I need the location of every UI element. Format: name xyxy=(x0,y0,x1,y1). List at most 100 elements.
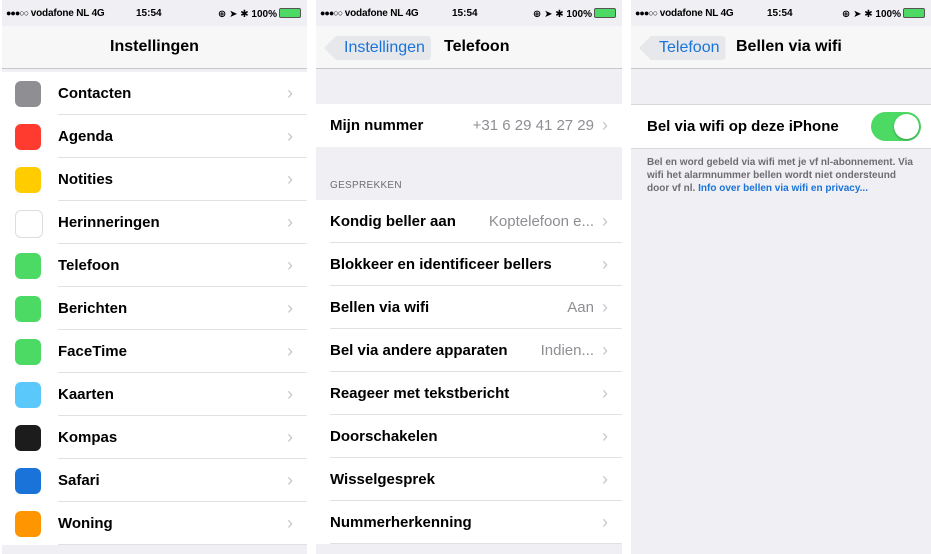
notes-icon xyxy=(15,167,41,193)
nav-bar: Telefoon Bellen via wifi xyxy=(631,26,931,69)
row-label: Nummerherkenning xyxy=(330,514,472,531)
my-number-group: Mijn nummer +31 6 29 41 27 29 › xyxy=(316,104,622,147)
settings-item-kaarten[interactable]: Kaarten › xyxy=(2,373,307,416)
phone-setting-row[interactable]: Wisselgesprek › xyxy=(316,458,622,501)
phone-icon xyxy=(15,253,41,279)
messages-icon xyxy=(15,296,41,322)
row-value: Indien... xyxy=(540,342,594,359)
settings-item-woning[interactable]: Woning › xyxy=(2,502,307,545)
chevron-right-icon: › xyxy=(287,169,293,189)
chevron-right-icon: › xyxy=(287,513,293,533)
row-label: Reageer met tekstbericht xyxy=(330,385,510,402)
calls-list: Kondig beller aan Koptelefoon e... › Blokke… xyxy=(316,200,622,544)
phone-setting-row[interactable]: Nummerherkenning › xyxy=(316,501,622,544)
wifi-calling-toggle[interactable] xyxy=(871,112,921,141)
carrier-name: vodafone NL xyxy=(344,8,403,19)
settings-item-herinneringen[interactable]: Herinneringen › xyxy=(2,201,307,244)
battery-percent: 100% xyxy=(566,9,592,20)
settings-item-label: Telefoon xyxy=(58,257,120,274)
chevron-right-icon: › xyxy=(602,469,608,489)
chevron-right-icon: › xyxy=(287,470,293,490)
settings-item-label: Woning xyxy=(58,515,113,532)
wifi-calling-screen: ●●●○○ vodafone NL 4G 15:54 ⊕ ➤ ✱ 100% Te… xyxy=(631,0,931,554)
settings-item-safari[interactable]: Safari › xyxy=(2,459,307,502)
alarm-icon: ⊕ xyxy=(217,9,227,20)
settings-item-label: Notities xyxy=(58,171,114,188)
carrier-name: vodafone NL xyxy=(30,8,89,19)
phone-setting-row[interactable]: Doorschakelen › xyxy=(316,415,622,458)
row-label: Wisselgesprek xyxy=(330,471,435,488)
settings-item-telefoon[interactable]: Telefoon › xyxy=(2,244,307,287)
phone-setting-row[interactable]: Kondig beller aan Koptelefoon e... › xyxy=(316,200,622,243)
settings-item-facetime[interactable]: FaceTime › xyxy=(2,330,307,373)
maps-icon xyxy=(15,382,41,408)
phone-setting-row[interactable]: Reageer met tekstbericht › xyxy=(316,372,622,415)
compass-icon xyxy=(15,425,41,451)
settings-list: Contacten › Agenda › Notities › Herinneringen ›… xyxy=(2,72,307,545)
nav-bar: Instellingen Telefoon xyxy=(316,26,622,69)
row-label: Blokkeer en identificeer bellers xyxy=(330,256,552,273)
row-label: Kondig beller aan xyxy=(330,213,456,230)
chevron-right-icon: › xyxy=(287,384,293,404)
calendar-icon xyxy=(15,124,41,150)
chevron-right-icon: › xyxy=(602,297,608,317)
bluetooth-icon: ✱ xyxy=(240,9,249,20)
wifi-calling-row: Bel via wifi op deze iPhone xyxy=(631,104,931,149)
row-value: Aan xyxy=(567,299,594,316)
settings-item-notities[interactable]: Notities › xyxy=(2,158,307,201)
row-label: Bellen via wifi xyxy=(330,299,430,316)
location-icon: ➤ xyxy=(544,9,553,20)
settings-item-agenda[interactable]: Agenda › xyxy=(2,115,307,158)
bluetooth-icon: ✱ xyxy=(864,9,873,20)
back-button[interactable]: Telefoon xyxy=(639,36,726,60)
phone-setting-row[interactable]: Blokkeer en identificeer bellers › xyxy=(316,243,622,286)
safari-icon xyxy=(15,468,41,494)
home-icon xyxy=(15,511,41,537)
chevron-right-icon: › xyxy=(602,426,608,446)
settings-item-label: Contacten xyxy=(58,85,132,102)
wifi-calling-footer: Bel en word gebeld via wifi met je vf nl… xyxy=(647,156,917,195)
location-icon: ➤ xyxy=(229,9,238,20)
signal-icon: ●●●○○ xyxy=(635,8,658,18)
battery-icon xyxy=(279,8,301,18)
section-header: GESPREKKEN xyxy=(330,180,402,191)
chevron-right-icon: › xyxy=(287,341,293,361)
settings-item-berichten[interactable]: Berichten › xyxy=(2,287,307,330)
settings-item-label: Berichten xyxy=(58,300,128,317)
signal-icon: ●●●○○ xyxy=(6,8,29,18)
toggle-knob xyxy=(894,114,919,139)
network-type: 4G xyxy=(91,8,105,19)
chevron-right-icon: › xyxy=(287,83,293,103)
settings-item-label: Kaarten xyxy=(58,386,114,403)
chevron-right-icon: › xyxy=(602,383,608,403)
phone-setting-row[interactable]: Bel via andere apparaten Indien... › xyxy=(316,329,622,372)
contacts-icon xyxy=(15,81,41,107)
settings-item-contacten[interactable]: Contacten › xyxy=(2,72,307,115)
row-value: +31 6 29 41 27 29 xyxy=(472,117,594,134)
chevron-right-icon: › xyxy=(287,212,293,232)
settings-item-label: Agenda xyxy=(58,128,114,145)
back-button[interactable]: Instellingen xyxy=(324,36,431,60)
page-title: Bellen via wifi xyxy=(736,38,842,55)
privacy-link[interactable]: Info over bellen via wifi en privacy... xyxy=(698,183,868,194)
status-bar: ●●●○○ vodafone NL 4G 15:54 ⊕ ➤ ✱ 100% xyxy=(2,0,307,26)
chevron-right-icon: › xyxy=(287,255,293,275)
wifi-calling-label: Bel via wifi op deze iPhone xyxy=(647,118,839,135)
row-label: Bel via andere apparaten xyxy=(330,342,508,359)
settings-item-label: Kompas xyxy=(58,429,118,446)
chevron-right-icon: › xyxy=(602,340,608,360)
chevron-right-icon: › xyxy=(287,126,293,146)
status-time: 15:54 xyxy=(767,8,793,19)
carrier-name: vodafone NL xyxy=(659,8,718,19)
chevron-right-icon: › xyxy=(287,427,293,447)
facetime-icon xyxy=(15,339,41,365)
phone-setting-row[interactable]: Bellen via wifi Aan › xyxy=(316,286,622,329)
status-bar: ●●●○○ vodafone NL 4G 15:54 ⊕ ➤ ✱ 100% xyxy=(316,0,622,26)
location-icon: ➤ xyxy=(853,9,862,20)
row-label: Doorschakelen xyxy=(330,428,438,445)
my-number-row[interactable]: Mijn nummer +31 6 29 41 27 29 › xyxy=(316,104,622,147)
settings-item-label: Safari xyxy=(58,472,100,489)
settings-item-kompas[interactable]: Kompas › xyxy=(2,416,307,459)
status-time: 15:54 xyxy=(452,8,478,19)
network-type: 4G xyxy=(720,8,734,19)
